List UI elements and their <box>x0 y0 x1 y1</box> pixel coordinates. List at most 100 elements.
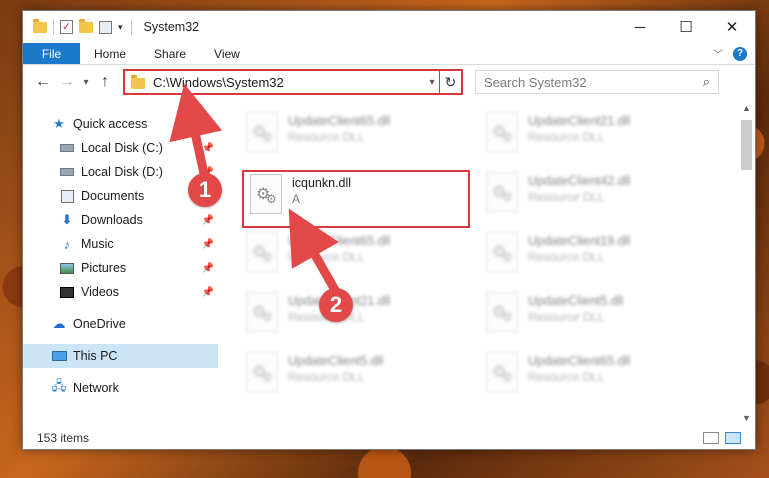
quick-access-toolbar: ✓ ▾ <box>23 18 123 35</box>
file-item-icqunkn[interactable]: ⚙ ⚙ icqunkn.dll A <box>242 170 470 228</box>
pin-icon[interactable]: 📌 <box>202 239 214 250</box>
search-icon[interactable]: ⌕ <box>703 74 710 90</box>
close-button[interactable]: ✕ <box>709 11 755 43</box>
up-arrow-icon[interactable]: ↑ <box>93 73 117 91</box>
file-name: UpdateClient65.dll <box>528 354 631 368</box>
help-icon[interactable]: ? <box>733 46 747 61</box>
dll-file-icon: ⚙ ⚙ <box>482 170 522 214</box>
sidebar-item-label: Pictures <box>81 261 127 275</box>
sidebar-item-quick-access[interactable]: ★ Quick access <box>23 112 218 136</box>
dll-file-icon: ⚙ ⚙ <box>482 350 522 394</box>
new-folder-icon[interactable] <box>79 18 93 33</box>
window-controls: ─ ☐ ✕ <box>617 11 755 43</box>
sidebar-item-label: Quick access <box>73 117 148 131</box>
address-history-chevron-icon[interactable]: ▾ <box>425 77 439 88</box>
scrollbar-thumb[interactable] <box>741 120 752 170</box>
sidebar-item-label: Documents <box>81 189 145 203</box>
dll-file-icon: ⚙ ⚙ <box>242 350 282 394</box>
search-box[interactable]: ⌕ <box>475 70 719 94</box>
scroll-up-arrow-icon[interactable]: ▲ <box>738 100 755 117</box>
status-bar: 153 items <box>23 427 755 449</box>
dll-file-icon: ⚙ ⚙ <box>242 110 282 154</box>
pictures-icon <box>59 260 75 276</box>
pin-icon[interactable]: 📌 <box>202 263 214 274</box>
file-item[interactable]: ⚙⚙ UpdateClient21.dllResource DLL <box>482 110 708 162</box>
address-bar[interactable]: C:\Windows\System32 ▾ ↻ <box>123 69 463 95</box>
folder-icon <box>131 74 145 89</box>
step-2-callout: 2 <box>319 288 353 322</box>
properties-icon[interactable] <box>99 20 112 34</box>
file-item[interactable]: ⚙ ⚙ UpdateClient65.dll Resource DLL <box>242 230 468 282</box>
downloads-icon: ⬇ <box>61 212 73 227</box>
details-view-icon[interactable] <box>703 432 719 444</box>
network-icon: 🖧 <box>51 378 67 393</box>
search-input[interactable] <box>484 74 703 90</box>
large-icons-view-icon[interactable] <box>725 432 741 444</box>
file-type: Resource DLL <box>528 250 605 264</box>
sidebar-item-music[interactable]: ♪ Music 📌 <box>23 232 218 256</box>
sidebar-item-label: Videos <box>81 285 119 299</box>
divider <box>130 19 132 35</box>
tab-file[interactable]: File <box>23 43 80 64</box>
file-list: ⚙ ⚙ UpdateClient65.dll Resource DLL ⚙ ⚙ Upd… <box>218 100 738 427</box>
music-icon: ♪ <box>63 236 71 252</box>
videos-icon <box>59 284 75 300</box>
refresh-icon[interactable]: ↻ <box>439 71 461 93</box>
sidebar-item-label: Downloads <box>81 213 143 227</box>
tab-home[interactable]: Home <box>80 43 140 64</box>
sidebar-item-this-pc[interactable]: This PC <box>23 344 218 368</box>
sidebar-item-label: Local Disk (D:) <box>81 165 163 179</box>
sidebar-item-label: Local Disk (C:) <box>81 141 163 155</box>
folder-icon[interactable] <box>33 18 47 33</box>
file-name: icqunkn.dll <box>292 176 352 190</box>
drive-icon <box>59 140 75 156</box>
file-type: Resource DLL <box>528 370 605 384</box>
file-type: A <box>292 192 301 206</box>
dll-file-icon: ⚙ ⚙ <box>246 172 286 216</box>
sidebar-item-network[interactable]: 🖧 Network <box>23 376 218 400</box>
file-type: Resource DLL <box>528 310 605 324</box>
pin-icon[interactable]: 📌 <box>202 215 214 226</box>
file-type: Resource DLL <box>528 190 605 204</box>
file-item[interactable]: ⚙ ⚙ UpdateClient65.dll Resource DLL <box>482 350 708 402</box>
divider <box>53 19 54 35</box>
expand-ribbon-chevron-icon[interactable]: ﹀ <box>713 46 723 61</box>
sidebar-item-label: This PC <box>73 349 118 363</box>
sidebar-item-local-disk-d[interactable]: Local Disk (D:) 📌 <box>23 160 218 184</box>
pin-icon[interactable]: 📌 <box>202 287 214 298</box>
properties-check-icon[interactable]: ✓ <box>60 20 73 34</box>
file-type: Resource DLL <box>288 370 365 384</box>
recent-locations-chevron-icon[interactable]: ▾ <box>79 77 93 88</box>
pin-icon[interactable]: 📌 <box>202 143 214 154</box>
tab-view[interactable]: View <box>200 43 254 64</box>
back-arrow-icon[interactable]: ← <box>31 73 55 91</box>
address-path[interactable]: C:\Windows\System32 <box>153 75 425 90</box>
file-item[interactable]: ⚙ ⚙ UpdateClient65.dll Resource DLL <box>242 110 468 162</box>
file-item[interactable]: ⚙ ⚙ UpdateClient42.dll Resource DLL <box>482 170 708 222</box>
sidebar-item-local-disk-c[interactable]: Local Disk (C:) 📌 <box>23 136 218 160</box>
star-icon: ★ <box>53 116 65 131</box>
maximize-button[interactable]: ☐ <box>663 11 709 43</box>
minimize-button[interactable]: ─ <box>617 11 663 43</box>
title-bar: ✓ ▾ System32 ─ ☐ ✕ <box>23 11 755 43</box>
sidebar-item-onedrive[interactable]: ☁ OneDrive <box>23 312 218 336</box>
file-item[interactable]: ⚙ ⚙ UpdateClient5.dll Resource DLL <box>242 350 468 402</box>
file-item[interactable]: ⚙ ⚙ UpdateClient5.dll Resource DLL <box>482 290 708 342</box>
customize-toolbar-chevron-icon[interactable]: ▾ <box>118 22 123 33</box>
sidebar-item-pictures[interactable]: Pictures 📌 <box>23 256 218 280</box>
file-name: UpdateClient21.dll <box>528 114 631 128</box>
scroll-down-arrow-icon[interactable]: ▼ <box>738 410 755 427</box>
tab-share[interactable]: Share <box>140 43 200 64</box>
sidebar-item-label: OneDrive <box>73 317 126 331</box>
sidebar-item-videos[interactable]: Videos 📌 <box>23 280 218 304</box>
file-item[interactable]: ⚙⚙ UpdateClient21.dllResource DLL <box>242 290 468 342</box>
vertical-scrollbar[interactable]: ▲ ▼ <box>738 100 755 427</box>
forward-arrow-icon[interactable]: → <box>55 73 79 91</box>
content-area: ★ Quick access Local Disk (C:) 📌 Local D… <box>23 100 755 427</box>
file-name: UpdateClient5.dll <box>528 294 624 308</box>
sidebar-item-downloads[interactable]: ⬇ Downloads 📌 <box>23 208 218 232</box>
file-type: Resource DLL <box>288 130 365 144</box>
file-item[interactable]: ⚙ ⚙ UpdateClient19.dll Resource DLL <box>482 230 708 282</box>
ribbon-right: ﹀ ? <box>713 43 755 64</box>
file-type: Resource DLL <box>528 130 605 144</box>
